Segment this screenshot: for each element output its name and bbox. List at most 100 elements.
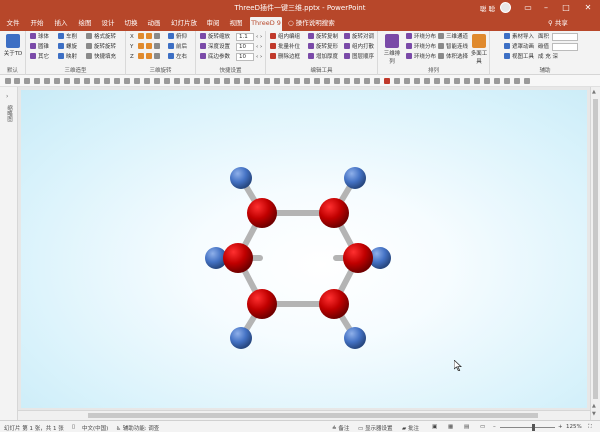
- notes-button[interactable]: ≙ 备注: [332, 424, 349, 432]
- hydrogen-atom[interactable]: [230, 327, 252, 349]
- qat-tool-icon[interactable]: [94, 78, 100, 84]
- tab-transitions[interactable]: 切换: [122, 17, 140, 31]
- left-right-button[interactable]: 左右: [168, 53, 187, 61]
- qat-tool-icon[interactable]: [164, 78, 170, 84]
- tell-me-search[interactable]: ○ 操作说明搜索: [288, 17, 335, 30]
- qat-tool-icon[interactable]: [434, 78, 440, 84]
- zoom-slider-thumb[interactable]: [532, 424, 535, 431]
- rotate-copy-button[interactable]: 旋转复制: [308, 33, 338, 41]
- add-thickness-button[interactable]: 增加厚度: [308, 53, 338, 61]
- zoom-in-button[interactable]: +: [558, 424, 563, 430]
- depth-setting-button[interactable]: 深度设置: [200, 43, 230, 51]
- quick-fill-button[interactable]: 快捷填充: [86, 53, 116, 61]
- qat-tool-icon[interactable]: [324, 78, 330, 84]
- volume-select-button[interactable]: 体积选择: [438, 53, 468, 61]
- qat-tool-icon[interactable]: [334, 78, 340, 84]
- carbon-input[interactable]: [552, 43, 578, 51]
- qat-tool-icon[interactable]: [404, 78, 410, 84]
- qat-tool-icon[interactable]: [104, 78, 110, 84]
- ungroup-button[interactable]: 组内打散: [344, 43, 374, 51]
- 3d-channel-button[interactable]: 三维通道: [438, 33, 468, 41]
- tab-view[interactable]: 视图: [227, 17, 245, 31]
- normal-view-icon[interactable]: ▣: [432, 424, 437, 430]
- depth-value-input[interactable]: 10: [236, 43, 254, 51]
- qat-tool-icon[interactable]: [344, 78, 350, 84]
- reading-view-icon[interactable]: ▤: [464, 424, 469, 430]
- stepper-2[interactable]: ‹ ›: [256, 43, 262, 51]
- delete-border-button[interactable]: 删除边框: [270, 53, 300, 61]
- horizontal-scroll-thumb[interactable]: [88, 413, 538, 418]
- cone-button[interactable]: 圆锥: [30, 43, 49, 51]
- vertical-scroll-thumb[interactable]: [593, 99, 598, 399]
- hydrogen-atom[interactable]: [230, 167, 252, 189]
- zoom-level[interactable]: 125%: [566, 424, 582, 430]
- misc-options[interactable]: 成 充 深: [538, 53, 558, 61]
- carbon-atom[interactable]: [319, 198, 349, 228]
- qat-tool-icon[interactable]: [494, 78, 500, 84]
- qat-tool-icon[interactable]: [454, 78, 460, 84]
- tab-review[interactable]: 审阅: [204, 17, 222, 31]
- qat-tool-icon[interactable]: [74, 78, 80, 84]
- qat-tool-icon[interactable]: [34, 78, 40, 84]
- qat-tool-icon[interactable]: [364, 78, 370, 84]
- stepper-1[interactable]: ‹ ›: [256, 33, 262, 41]
- qat-tool-icon[interactable]: [124, 78, 130, 84]
- vertical-scrollbar[interactable]: ▲ ▲ ▼: [590, 87, 600, 420]
- mapping-button[interactable]: 映射: [58, 53, 77, 61]
- rotate-swap-button[interactable]: 旋转对调: [344, 33, 374, 41]
- qat-tool-icon[interactable]: [354, 78, 360, 84]
- x-rotate-buttons[interactable]: [138, 33, 162, 41]
- rotate-rotate-button[interactable]: 旋转旋转: [86, 43, 116, 51]
- carbon-atom[interactable]: [343, 243, 373, 273]
- sphere-button[interactable]: 球体: [30, 33, 49, 41]
- other-button[interactable]: 其它: [30, 53, 49, 61]
- around-dist-button-3[interactable]: 环绕分布: [406, 53, 436, 61]
- qat-tool-icon[interactable]: [374, 78, 380, 84]
- slideshow-view-icon[interactable]: ▭: [480, 424, 485, 430]
- qat-tool-icon[interactable]: [264, 78, 270, 84]
- y-rotate-buttons[interactable]: [138, 43, 162, 51]
- scale-value-input[interactable]: 1.1: [236, 33, 254, 41]
- qat-tool-icon[interactable]: [44, 78, 50, 84]
- carbon-atom[interactable]: [223, 243, 253, 273]
- sorter-view-icon[interactable]: ▦: [448, 424, 453, 430]
- carbon-atom[interactable]: [247, 198, 277, 228]
- horizontal-scrollbar[interactable]: [18, 410, 590, 420]
- qat-record-icon[interactable]: [384, 78, 390, 84]
- view-tools-button[interactable]: 视图工具: [504, 53, 534, 61]
- close-icon[interactable]: ✕: [580, 1, 596, 14]
- user-name[interactable]: 聪 聪: [480, 3, 495, 13]
- material-import-button[interactable]: 素材导入: [504, 33, 534, 41]
- qat-tool-icon[interactable]: [134, 78, 140, 84]
- tab-home[interactable]: 开始: [28, 17, 46, 31]
- lathe-button[interactable]: 车削: [58, 33, 77, 41]
- rotate-scale-button[interactable]: 旋转缩放: [200, 33, 230, 41]
- qat-tool-icon[interactable]: [144, 78, 150, 84]
- stepper-3[interactable]: ‹ ›: [256, 53, 262, 61]
- next-slide-icon[interactable]: ▼: [592, 411, 596, 417]
- tab-threed[interactable]: ThreeD 9: [250, 17, 282, 31]
- tab-slideshow[interactable]: 幻灯片放映: [168, 17, 200, 40]
- qat-tool-icon[interactable]: [514, 78, 520, 84]
- carbon-atom[interactable]: [247, 289, 277, 319]
- hydrogen-atom[interactable]: [344, 327, 366, 349]
- qat-tool-icon[interactable]: [64, 78, 70, 84]
- spell-check-icon[interactable]: ▯: [72, 424, 75, 430]
- pitch-button[interactable]: 俯仰: [168, 33, 187, 41]
- z-rotate-buttons[interactable]: [138, 53, 162, 61]
- qat-tool-icon[interactable]: [114, 78, 120, 84]
- around-dist-button-2[interactable]: 环绕分布: [406, 43, 436, 51]
- tab-animations[interactable]: 动画: [145, 17, 163, 31]
- batch-fill-button[interactable]: 批量补位: [270, 43, 300, 51]
- qat-tool-icon[interactable]: [274, 78, 280, 84]
- qat-tool-icon[interactable]: [214, 78, 220, 84]
- scroll-up-icon[interactable]: ▲: [592, 89, 596, 95]
- qat-tool-icon[interactable]: [444, 78, 450, 84]
- qat-tool-icon[interactable]: [504, 78, 510, 84]
- smart-connect-button[interactable]: 智能连线: [438, 43, 468, 51]
- base-value-input[interactable]: 10: [236, 53, 254, 61]
- tab-insert[interactable]: 插入: [52, 17, 70, 31]
- mask-anim-button[interactable]: 遮罩动画: [504, 43, 534, 51]
- qat-tool-icon[interactable]: [154, 78, 160, 84]
- tab-file[interactable]: 文件: [4, 17, 22, 31]
